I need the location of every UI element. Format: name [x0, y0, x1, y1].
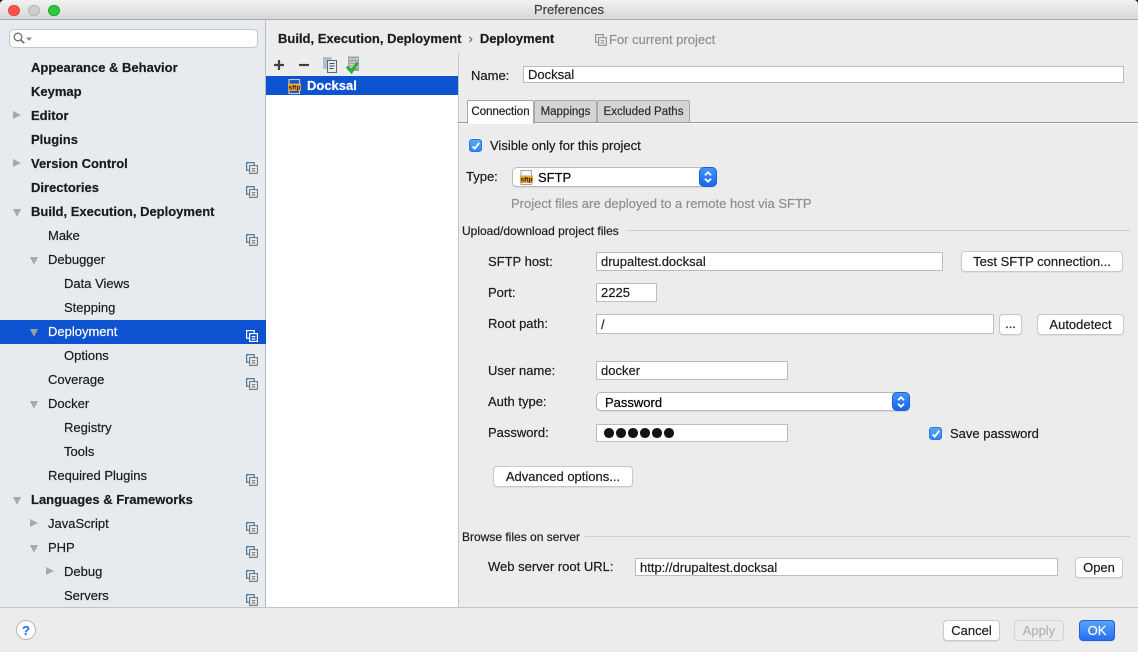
- svg-text:sftp: sftp: [289, 85, 301, 92]
- svg-text:sftp: sftp: [521, 177, 533, 184]
